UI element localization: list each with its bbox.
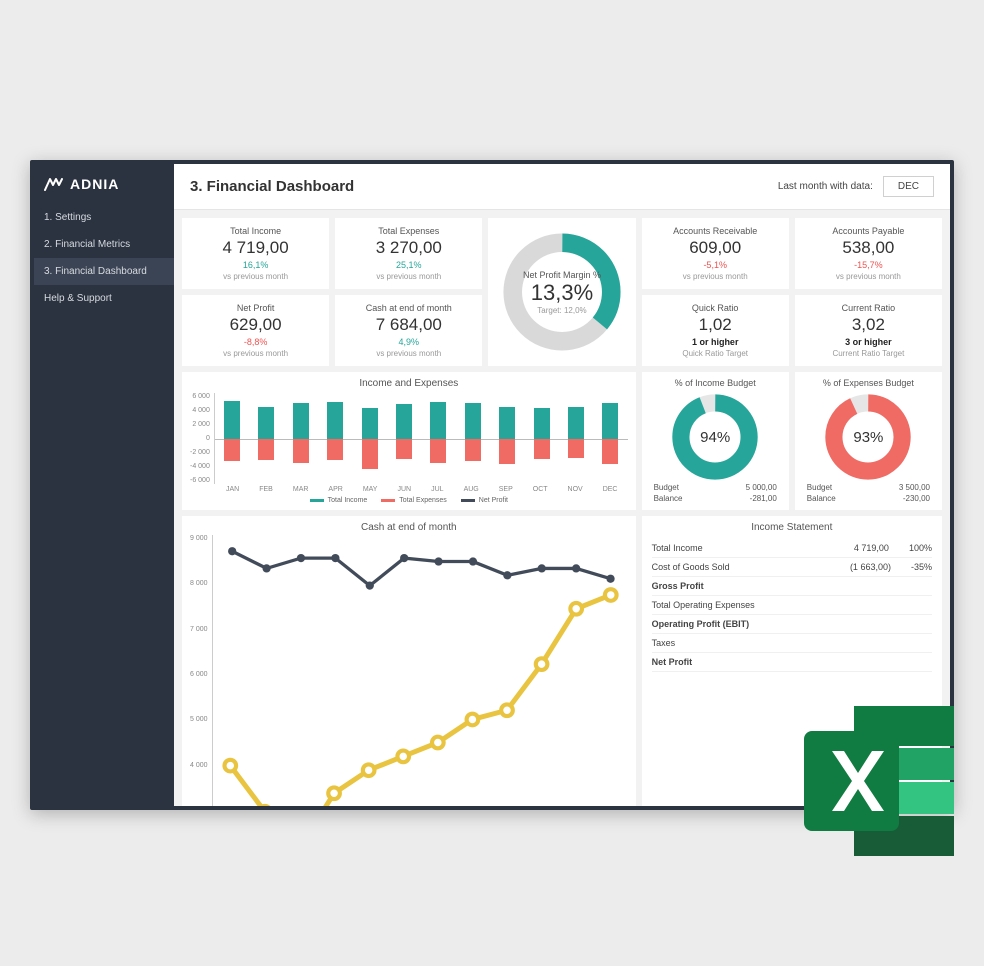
income-row: Cost of Goods Sold(1 663,00)-35% <box>652 558 932 577</box>
bars-container <box>214 393 628 484</box>
kpi-sub: vs previous month <box>341 349 476 358</box>
kpi-sub: vs previous month <box>648 272 783 281</box>
excel-icon <box>794 696 964 866</box>
kpi-title: Accounts Receivable <box>648 226 783 236</box>
brand-logo: ADNIA <box>34 164 174 204</box>
nav-menu: 1. Settings2. Financial Metrics3. Financ… <box>34 204 174 312</box>
kpi-title: Total Income <box>188 226 323 236</box>
page-title: 3. Financial Dashboard <box>190 178 354 195</box>
bar-column <box>394 393 414 484</box>
y-axis: 9 0008 0007 0006 0005 0004 0003 0002 000… <box>190 535 212 806</box>
sidebar-item[interactable]: 1. Settings <box>34 204 174 231</box>
bar-column <box>256 393 276 484</box>
kpi-current-ratio: Current Ratio 3,02 3 or higher Current R… <box>795 295 942 366</box>
line-area <box>212 535 628 806</box>
donut-title: % of Income Budget <box>675 378 756 388</box>
kpi-total-income: Total Income 4 719,00 16,1% vs previous … <box>182 218 329 289</box>
kpi-sub: vs previous month <box>341 272 476 281</box>
bar-column <box>428 393 448 484</box>
kpi-change: -5,1% <box>648 260 783 270</box>
kpi-value: 7 684,00 <box>341 315 476 335</box>
bar-column <box>532 393 552 484</box>
bar-column <box>360 393 380 484</box>
kpi-title: Total Expenses <box>341 226 476 236</box>
y-axis: 6 0004 0002 0000-2 000-4 000-6 000 <box>190 393 214 484</box>
kpi-change: 4,9% <box>341 337 476 347</box>
kpi-title: Cash at end of month <box>341 303 476 313</box>
brand-text: ADNIA <box>70 176 119 192</box>
kpi-value: 538,00 <box>801 238 936 258</box>
income-row: Net Profit <box>652 653 932 672</box>
kpi-title: Net Profit <box>188 303 323 313</box>
sidebar-item[interactable]: Help & Support <box>34 285 174 312</box>
donut-pct: 93% <box>823 392 913 482</box>
kpi-acct-payable: Accounts Payable 538,00 -15,7% vs previo… <box>795 218 942 289</box>
kpi-change: -8,8% <box>188 337 323 347</box>
chart-legend: Total Income Total Expenses Net Profit <box>190 497 628 504</box>
kpi-acct-receivable: Accounts Receivable 609,00 -5,1% vs prev… <box>642 218 789 289</box>
sidebar-item[interactable]: 3. Financial Dashboard <box>34 258 174 285</box>
kpi-value: 609,00 <box>648 238 783 258</box>
gauge-target: Target: 12,0% <box>537 306 586 315</box>
header: 3. Financial Dashboard Last month with d… <box>174 164 950 210</box>
kpi-sub: vs previous month <box>801 272 936 281</box>
kpi-net-profit: Net Profit 629,00 -8,8% vs previous mont… <box>182 295 329 366</box>
bar-column <box>600 393 620 484</box>
kpi-value: 1,02 <box>648 315 783 335</box>
kpi-sub: vs previous month <box>188 349 323 358</box>
kpi-sub: Quick Ratio Target <box>648 349 783 358</box>
kpi-change: -15,7% <box>801 260 936 270</box>
bar-column <box>325 393 345 484</box>
kpi-sub: vs previous month <box>188 272 323 281</box>
kpi-sub: Current Ratio Target <box>801 349 936 358</box>
bar-column <box>566 393 586 484</box>
kpi-title: Accounts Payable <box>801 226 936 236</box>
kpi-change: 25,1% <box>341 260 476 270</box>
sidebar-item[interactable]: 2. Financial Metrics <box>34 231 174 258</box>
kpi-target: 3 or higher <box>801 337 936 347</box>
bar-column <box>291 393 311 484</box>
gauge-pct: 13,3% <box>531 280 593 306</box>
chart-cash-end: Cash at end of month 9 0008 0007 0006 00… <box>182 516 636 806</box>
donut-pct: 94% <box>670 392 760 482</box>
kpi-value: 3,02 <box>801 315 936 335</box>
kpi-title: Quick Ratio <box>648 303 783 313</box>
kpi-value: 629,00 <box>188 315 323 335</box>
kpi-total-expenses: Total Expenses 3 270,00 25,1% vs previou… <box>335 218 482 289</box>
sidebar: ADNIA 1. Settings2. Financial Metrics3. … <box>34 164 174 806</box>
kpi-title: Current Ratio <box>801 303 936 313</box>
income-row: Total Operating Expenses <box>652 596 932 615</box>
kpi-quick-ratio: Quick Ratio 1,02 1 or higher Quick Ratio… <box>642 295 789 366</box>
bar-column <box>222 393 242 484</box>
kpi-target: 1 or higher <box>648 337 783 347</box>
legend-item: Total Income <box>310 497 368 504</box>
cash-line-icon <box>213 535 628 806</box>
x-axis: JANFEBMARAPRMAYJUNJULAUGSEPOCTNOVDEC <box>190 486 628 493</box>
kpi-net-profit-margin: Net Profit Margin % 13,3% Target: 12,0% <box>488 218 635 366</box>
gauge-label: Net Profit Margin % <box>523 270 601 280</box>
donut-title: % of Expenses Budget <box>823 378 914 388</box>
logo-icon <box>44 177 64 191</box>
donut-income-budget: % of Income Budget 94% Budget5 000,00 Ba… <box>642 372 789 510</box>
income-row: Total Income4 719,00100% <box>652 539 932 558</box>
month-dropdown[interactable]: DEC <box>883 176 934 197</box>
kpi-change: 16,1% <box>188 260 323 270</box>
income-row: Operating Profit (EBIT) <box>652 615 932 634</box>
income-statement-title: Income Statement <box>652 522 932 533</box>
last-month-label: Last month with data: <box>778 181 873 192</box>
chart-income-expenses: Income and Expenses 6 0004 0002 0000-2 0… <box>182 372 636 510</box>
legend-item: Net Profit <box>461 497 508 504</box>
kpi-cash-end: Cash at end of month 7 684,00 4,9% vs pr… <box>335 295 482 366</box>
chart-title: Cash at end of month <box>190 522 628 533</box>
legend-item: Total Expenses <box>381 497 446 504</box>
last-month-selector: Last month with data: DEC <box>778 176 934 197</box>
income-row: Taxes <box>652 634 932 653</box>
donut-expense-budget: % of Expenses Budget 93% Budget3 500,00 … <box>795 372 942 510</box>
kpi-value: 3 270,00 <box>341 238 476 258</box>
bar-column <box>463 393 483 484</box>
income-row: Gross Profit <box>652 577 932 596</box>
kpi-value: 4 719,00 <box>188 238 323 258</box>
bar-column <box>497 393 517 484</box>
chart-title: Income and Expenses <box>190 378 628 389</box>
